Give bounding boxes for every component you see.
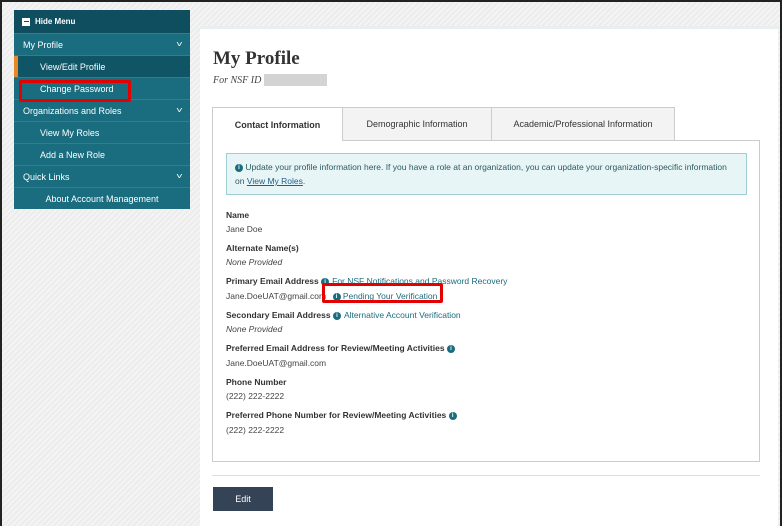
sidebar-item-label: About Account Management: [45, 193, 159, 204]
hide-menu-label: Hide Menu: [35, 17, 76, 26]
sidebar-section-label: Quick Links: [23, 171, 70, 182]
sidebar-section-my-profile[interactable]: My Profile ˅: [14, 33, 190, 55]
sidebar-item-view-edit-profile[interactable]: View/Edit Profile: [14, 55, 190, 77]
pref-phone-label: Preferred Phone Number for Review/Meetin…: [226, 410, 447, 420]
info-end: .: [302, 176, 306, 186]
main-panel: My Profile For NSF ID Contact Informatio…: [200, 26, 778, 526]
sidebar-item-add-role[interactable]: Add a New Role: [14, 143, 190, 165]
sidebar: Hide Menu My Profile ˅ View/Edit Profile…: [14, 10, 190, 209]
sidebar-section-quick-links[interactable]: Quick Links ˅: [14, 165, 190, 187]
alternate-name-label: Alternate Name(s): [226, 243, 299, 253]
tab-label: Contact Information: [234, 119, 321, 130]
secondary-email-label-row: Secondary Email Address i Alternative Acc…: [226, 310, 461, 320]
sidebar-section-label: Organizations and Roles: [23, 105, 122, 116]
highlight-change-password: [19, 80, 131, 102]
chevron-down-icon: ˅: [176, 172, 183, 181]
secondary-email-value: None Provided: [226, 324, 283, 334]
chevron-down-icon: ˅: [176, 40, 183, 49]
tab-demographic-information[interactable]: Demographic Information: [342, 107, 492, 140]
alternate-name-value: None Provided: [226, 257, 283, 267]
pref-email-label: Preferred Email Address for Review/Meeti…: [226, 343, 445, 353]
tab-contact-information[interactable]: Contact Information: [212, 107, 343, 141]
sidebar-item-label: Add a New Role: [40, 149, 106, 160]
profile-tabs: Contact Information Demographic Informat…: [212, 107, 675, 141]
edit-button[interactable]: Edit: [213, 487, 273, 511]
phone-label: Phone Number: [226, 377, 287, 387]
secondary-email-hint: Alternative Account Verification: [343, 310, 461, 320]
sidebar-item-view-my-roles[interactable]: View My Roles: [14, 121, 190, 143]
contact-panel: i Update your profile information here. …: [212, 140, 760, 462]
primary-email-value: Jane.DoeUAT@gmail.com: [226, 291, 327, 301]
name-label: Name: [226, 210, 250, 220]
tab-academic-information[interactable]: Academic/Professional Information: [491, 107, 675, 140]
pref-phone-label-row: Preferred Phone Number for Review/Meetin…: [226, 410, 457, 420]
hide-menu-button[interactable]: Hide Menu: [14, 10, 190, 33]
primary-email-label: Primary Email Address: [226, 276, 319, 286]
info-icon: i: [446, 344, 455, 353]
info-icon: i: [235, 163, 243, 172]
highlight-pending-verification: [322, 283, 443, 303]
pref-phone-value: (222) 222-2222: [226, 425, 285, 435]
pref-email-value: Jane.DoeUAT@gmail.com: [226, 358, 327, 368]
nsf-id-line: For NSF ID: [213, 74, 328, 86]
phone-value: (222) 222-2222: [226, 391, 285, 401]
tab-label: Demographic Information: [366, 119, 468, 129]
sidebar-item-about-account[interactable]: About Account Management: [14, 187, 190, 209]
name-value: Jane Doe: [226, 224, 263, 234]
tab-label: Academic/Professional Information: [513, 119, 653, 129]
sidebar-item-label: View My Roles: [40, 127, 100, 138]
pref-email-label-row: Preferred Email Address for Review/Meeti…: [226, 343, 455, 353]
info-alert: i Update your profile information here. …: [226, 153, 747, 195]
divider: [212, 475, 760, 476]
sidebar-section-organizations[interactable]: Organizations and Roles ˅: [14, 99, 190, 121]
sidebar-section-label: My Profile: [23, 39, 64, 50]
secondary-email-label: Secondary Email Address: [226, 310, 331, 320]
nsf-id-label: For NSF ID: [213, 74, 262, 86]
info-icon: i: [332, 311, 341, 320]
page-title: My Profile: [213, 48, 300, 69]
chevron-down-icon: ˅: [176, 106, 183, 115]
info-text: Update your profile information here. If…: [235, 162, 727, 186]
view-my-roles-link[interactable]: View My Roles: [247, 176, 303, 186]
redacted-id: [264, 74, 328, 86]
info-icon: i: [448, 411, 457, 420]
sidebar-item-label: View/Edit Profile: [40, 61, 106, 72]
collapse-icon: [22, 17, 30, 26]
